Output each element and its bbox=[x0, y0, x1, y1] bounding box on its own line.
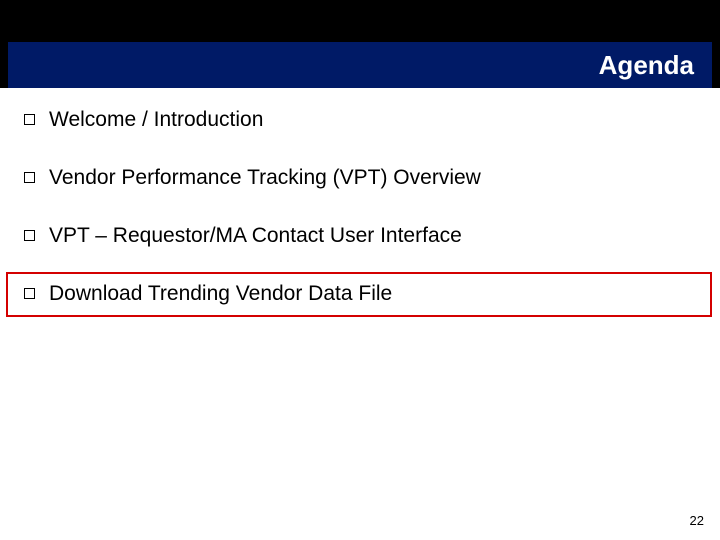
agenda-list: Welcome / Introduction Vendor Performanc… bbox=[24, 108, 696, 340]
checkbox-bullet-icon bbox=[24, 288, 35, 299]
agenda-item: VPT – Requestor/MA Contact User Interfac… bbox=[24, 224, 696, 248]
agenda-item-label: Download Trending Vendor Data File bbox=[49, 282, 392, 306]
agenda-item: Download Trending Vendor Data File bbox=[24, 282, 696, 306]
agenda-item-label: Vendor Performance Tracking (VPT) Overvi… bbox=[49, 166, 481, 190]
slide: Agenda Welcome / Introduction Vendor Per… bbox=[0, 0, 720, 540]
page-number: 22 bbox=[690, 513, 704, 528]
agenda-item-label: VPT – Requestor/MA Contact User Interfac… bbox=[49, 224, 462, 248]
checkbox-bullet-icon bbox=[24, 114, 35, 125]
title-band: Agenda bbox=[8, 42, 712, 88]
agenda-item: Welcome / Introduction bbox=[24, 108, 696, 132]
checkbox-bullet-icon bbox=[24, 172, 35, 183]
slide-title: Agenda bbox=[599, 50, 694, 81]
agenda-item: Vendor Performance Tracking (VPT) Overvi… bbox=[24, 166, 696, 190]
checkbox-bullet-icon bbox=[24, 230, 35, 241]
agenda-item-label: Welcome / Introduction bbox=[49, 108, 263, 132]
